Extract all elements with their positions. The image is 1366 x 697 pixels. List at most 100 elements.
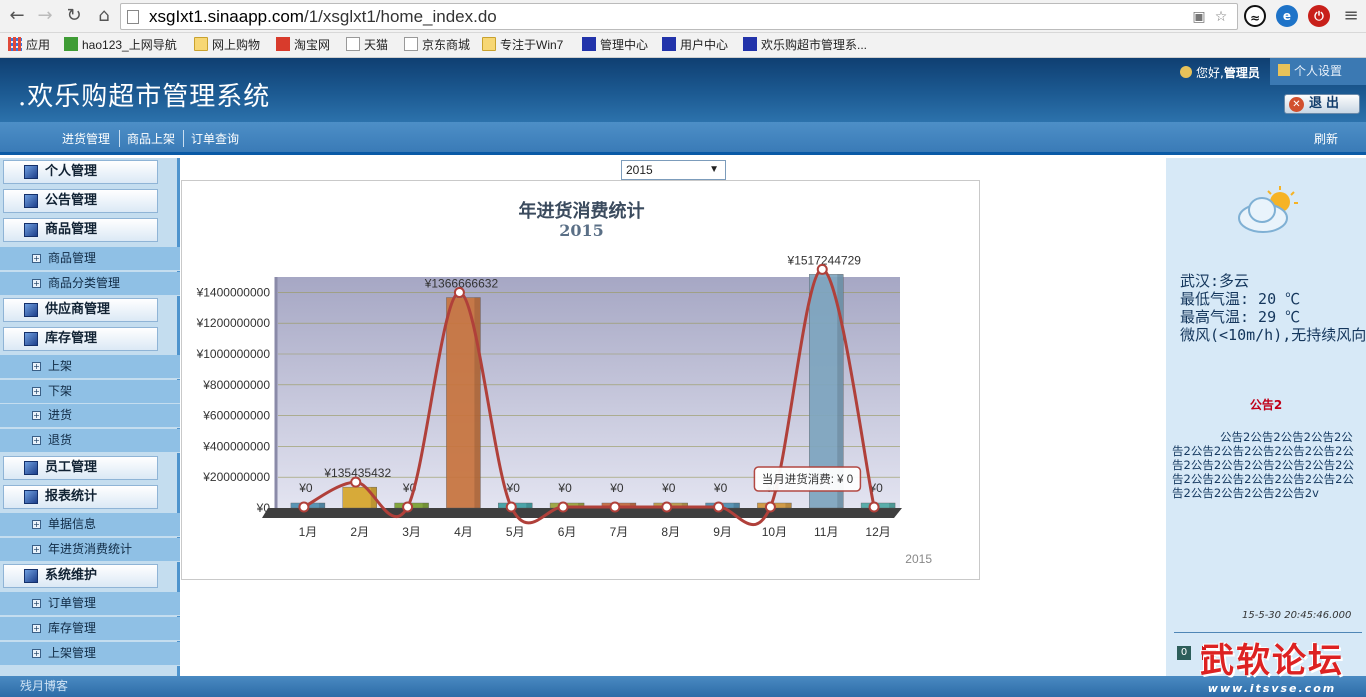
x-tick-label: 8月 [661, 525, 680, 539]
home-icon[interactable]: ⌂ [91, 4, 117, 28]
address-bar[interactable]: xsgIxt1.sinaapp.com/1/xsglxt1/home_index… [120, 3, 1238, 30]
bar-shade [785, 503, 792, 508]
power-extension-icon[interactable]: ⏻ [1308, 5, 1330, 27]
menu-supplier[interactable]: 供应商管理 [3, 298, 158, 322]
close-icon: ✕ [1289, 97, 1304, 112]
bookmark-tmall[interactable]: 天猫 [346, 36, 388, 55]
x-tick-label: 6月 [558, 525, 577, 539]
bookmark-apps[interactable]: 应用 [8, 36, 50, 55]
chart-credit: 2015 [905, 552, 932, 566]
logout-button[interactable]: ✕ 退出 [1284, 94, 1360, 114]
username: 管理员 [1223, 66, 1260, 80]
nav-orders[interactable]: 订单查询 [191, 130, 239, 147]
bookmark-admin-center[interactable]: 管理中心 [582, 36, 648, 55]
expand-icon: + [32, 436, 41, 445]
reload-icon[interactable]: ↻ [61, 4, 87, 28]
url-text: xsgIxt1.sinaapp.com/1/xsglxt1/home_index… [149, 7, 497, 26]
menu-notice[interactable]: 公告管理 [3, 189, 158, 213]
submenu-receipts[interactable]: + 单据信息 [0, 513, 180, 537]
site-logo-icon [582, 37, 596, 51]
data-label: ¥0 [713, 481, 728, 495]
dropdown-arrow-icon: ▼ [709, 164, 719, 175]
tooltip-text: 当月进货消费: ¥ 0 [762, 472, 853, 486]
data-label: ¥0 [661, 481, 676, 495]
expand-icon: + [32, 520, 41, 529]
submenu-inventory-manage[interactable]: + 库存管理 [0, 617, 180, 641]
submenu-purchase[interactable]: + 进货 [0, 404, 180, 428]
notice-title[interactable]: 公告2 [1166, 396, 1366, 413]
cube-icon [24, 569, 38, 583]
x-tick-label: 4月 [454, 525, 473, 539]
cube-icon [24, 461, 38, 475]
data-label: ¥0 [557, 481, 572, 495]
submenu-shelve[interactable]: + 上架 [0, 355, 180, 379]
menu-goods[interactable]: 商品管理 [3, 218, 158, 242]
back-arrow-icon[interactable]: ← [4, 4, 30, 28]
bookmark-taobao[interactable]: 淘宝网 [276, 36, 330, 55]
submenu-goods-category[interactable]: + 商品分类管理 [0, 272, 180, 296]
refresh-link[interactable]: 刷新 [1314, 130, 1338, 147]
submenu-shelf-manage[interactable]: + 上架管理 [0, 642, 180, 666]
footer-text: 残月博客 [20, 679, 69, 693]
expand-icon: + [32, 387, 41, 396]
chart-floor [262, 508, 902, 518]
submenu-annual-stats[interactable]: + 年进货消费统计 [0, 538, 180, 562]
bookmark-jd[interactable]: 京东商城 [404, 36, 470, 55]
menu-reports[interactable]: 报表统计 [3, 485, 158, 509]
cube-icon [24, 165, 38, 179]
menu-inventory[interactable]: 库存管理 [3, 327, 158, 351]
cube-icon [24, 194, 38, 208]
bar-shade [422, 503, 429, 508]
forward-arrow-icon[interactable]: → [32, 4, 58, 28]
nav-purchase[interactable]: 进货管理 [62, 130, 110, 147]
footer: 残月博客 [0, 676, 1366, 697]
expand-icon: + [32, 649, 41, 658]
bar-shade [733, 503, 740, 508]
line-point [557, 501, 569, 513]
line-point [661, 501, 673, 513]
bookmark-hao123[interactable]: hao123_上网导航 [64, 36, 177, 55]
bar-shade [318, 503, 325, 508]
menu-staff[interactable]: 员工管理 [3, 456, 158, 480]
bar-shade [526, 503, 533, 508]
submenu-order-manage[interactable]: + 订单管理 [0, 592, 180, 616]
bookmark-supermarket[interactable]: 欢乐购超市管理系... [743, 36, 867, 55]
bookmark-user-center[interactable]: 用户中心 [662, 36, 728, 55]
pager-chip[interactable]: 0 [1177, 646, 1191, 660]
star-icon[interactable]: ☆ [1213, 9, 1229, 25]
nav-shelf[interactable]: 商品上架 [127, 130, 175, 147]
search-extension-icon[interactable]: e [1276, 5, 1298, 27]
bookmarks-bar: 应用 hao123_上网导航 网上购物 淘宝网 天猫 京东商城 专注于Win7 … [0, 33, 1366, 58]
submenu-goods-manage[interactable]: + 商品管理 [0, 247, 180, 271]
cloudy-weather-icon [1238, 186, 1298, 233]
user-greeting: 您好,管理员 [1180, 64, 1260, 81]
wifi-icon[interactable]: ≈ [1244, 5, 1266, 27]
menu-icon[interactable]: ≡ [1338, 4, 1364, 28]
line-point [713, 501, 725, 513]
x-tick-label: 5月 [506, 525, 525, 539]
submenu-unshelve[interactable]: + 下架 [0, 380, 180, 404]
menu-system[interactable]: 系统维护 [3, 564, 158, 588]
translate-icon[interactable]: ▣ [1191, 9, 1207, 25]
clock: 15-5-30 20:45:46.000 [1242, 610, 1352, 621]
menu-personal[interactable]: 个人管理 [3, 160, 158, 184]
site-logo-icon [743, 37, 757, 51]
submenu-return[interactable]: + 退货 [0, 429, 180, 453]
personal-settings-link[interactable]: 个人设置 [1270, 58, 1366, 85]
year-select[interactable]: 2015 ▼ [621, 160, 726, 180]
expand-icon: + [32, 599, 41, 608]
bookmark-win7[interactable]: 专注于Win7 [482, 36, 563, 55]
y-tick-label: ¥1000000000 [196, 347, 271, 361]
top-nav: 进货管理 商品上架 订单查询 刷新 [0, 122, 1366, 155]
page-icon [404, 37, 418, 51]
expand-icon: + [32, 254, 41, 263]
page-icon [127, 10, 139, 24]
hao123-icon [64, 37, 78, 51]
watermark-title: 武软论坛 [1200, 641, 1344, 681]
nav-divider [183, 130, 184, 147]
line-point [350, 476, 362, 488]
bookmark-shopping[interactable]: 网上购物 [194, 36, 260, 55]
site-logo-icon [662, 37, 676, 51]
nav-divider [119, 130, 120, 147]
line-point [453, 287, 465, 299]
